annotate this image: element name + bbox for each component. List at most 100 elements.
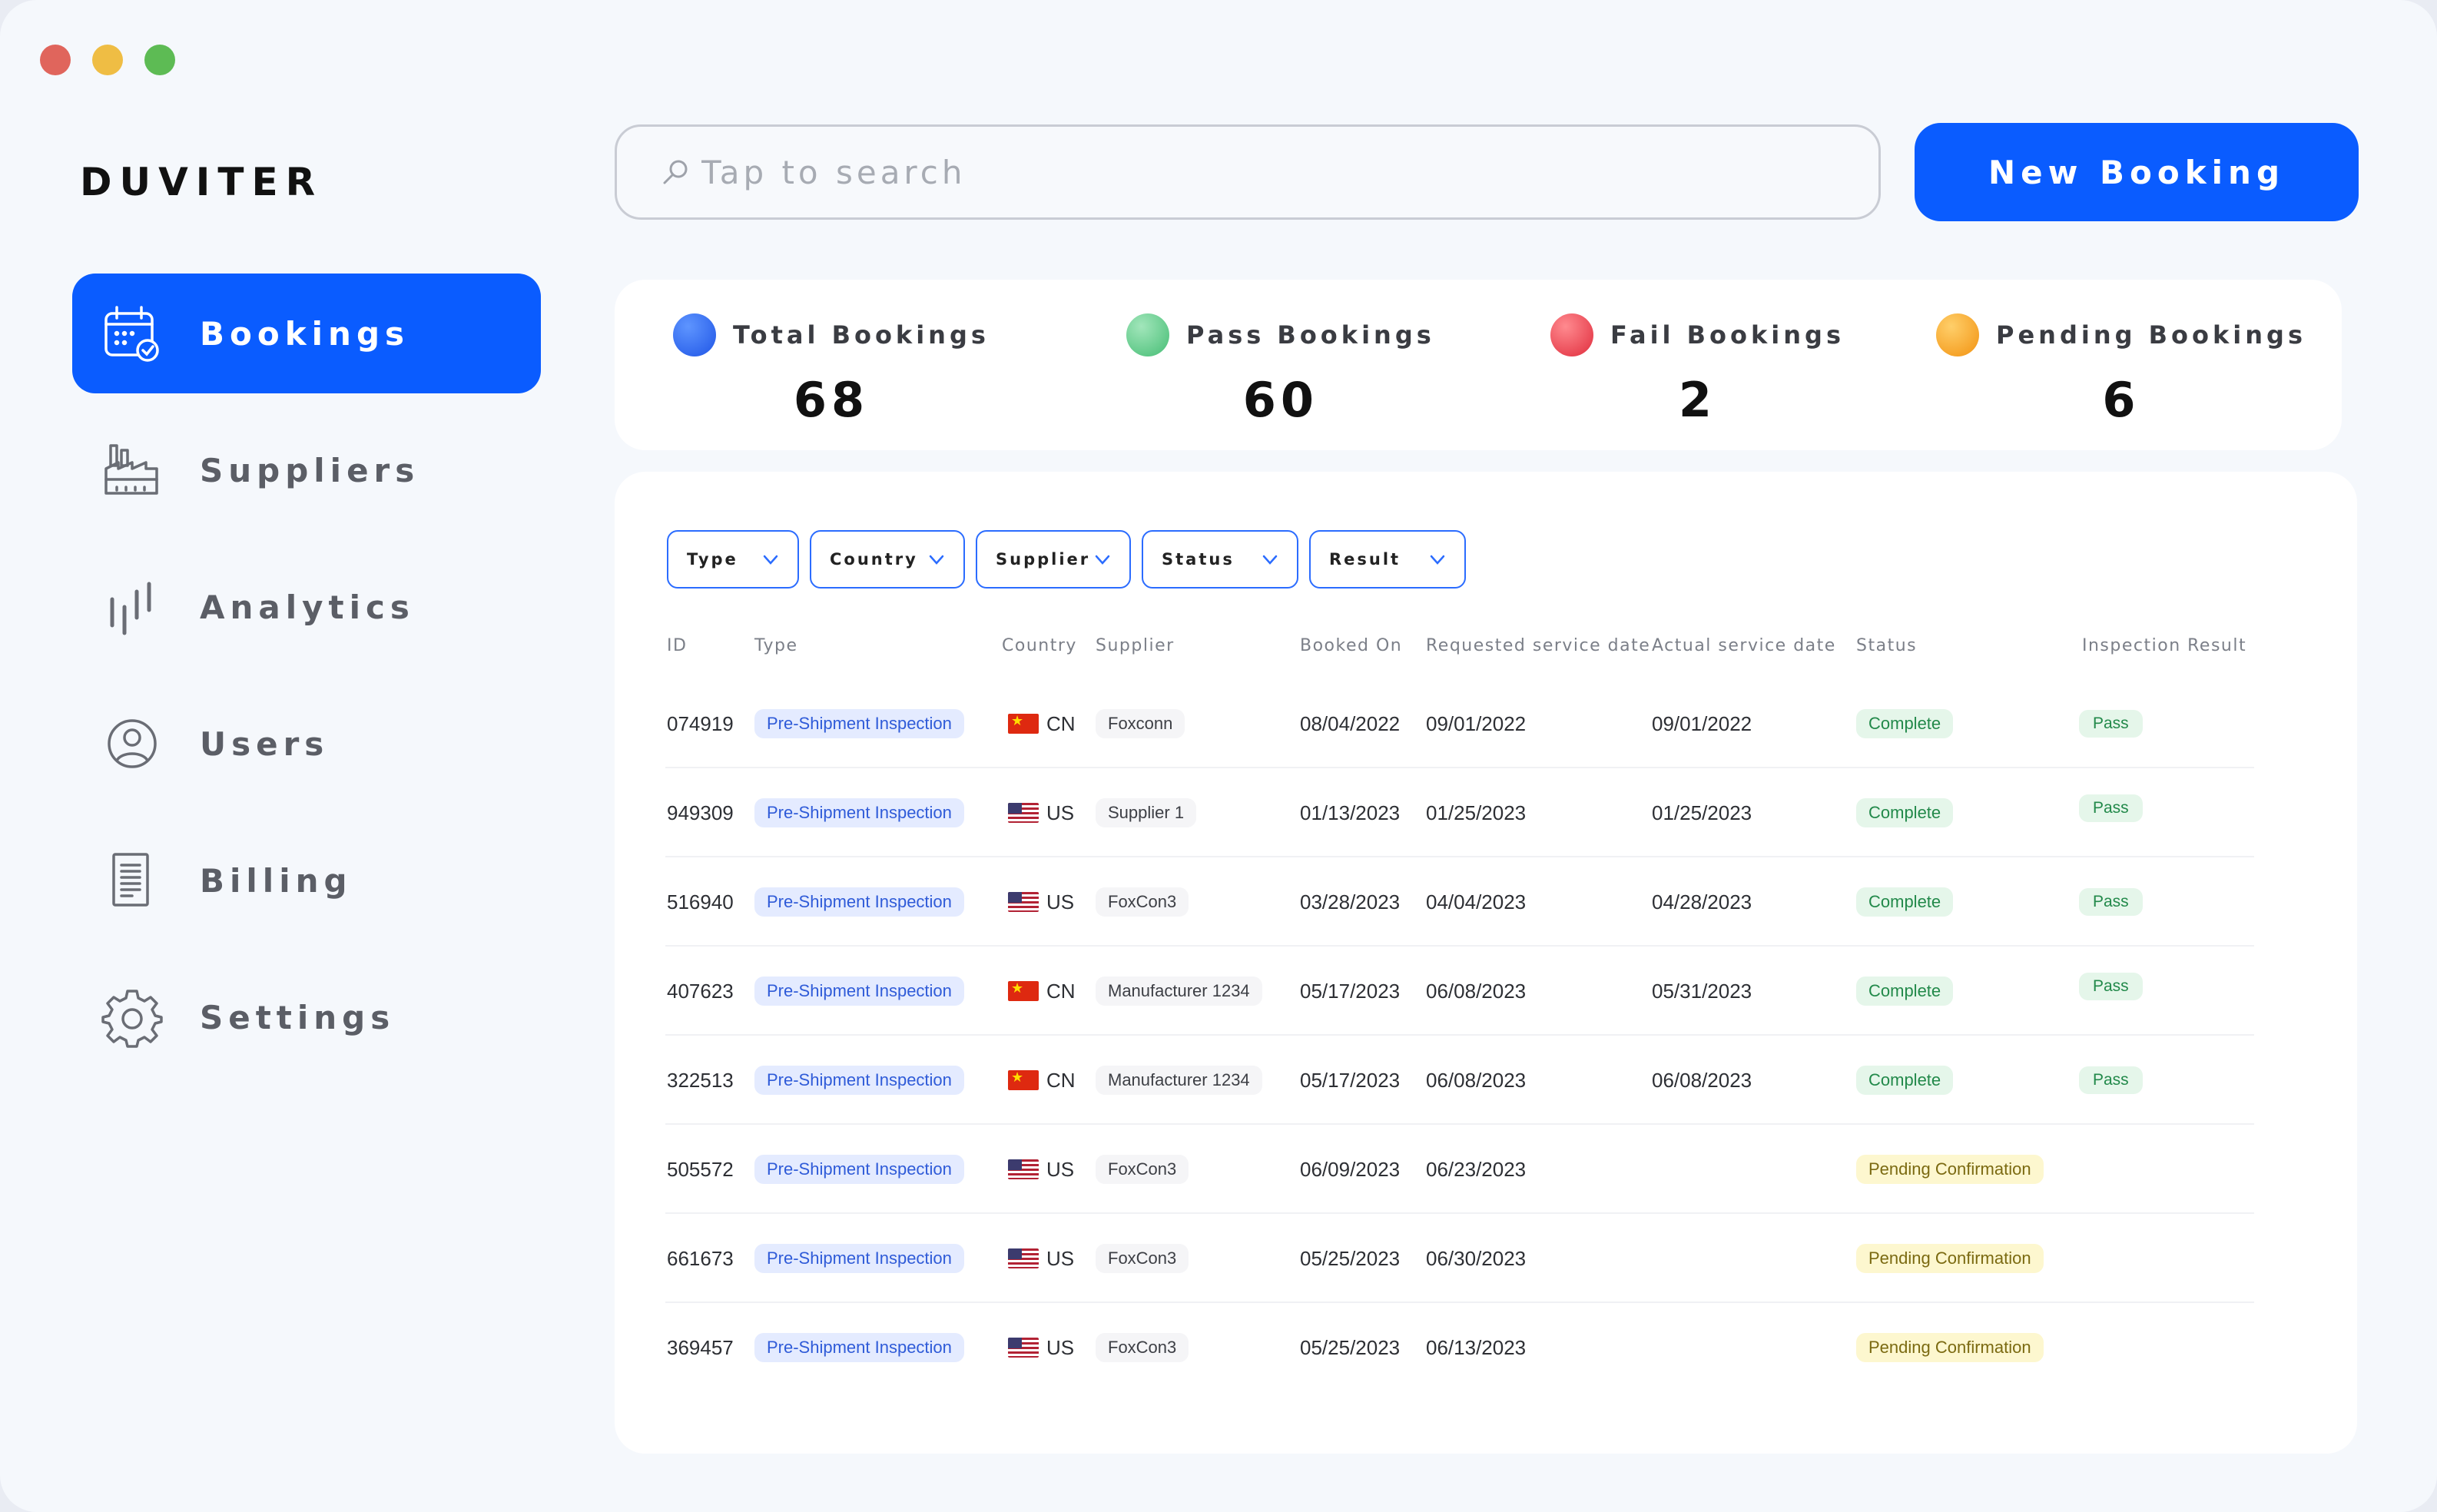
column-header-id[interactable]: ID (667, 636, 687, 655)
sidebar-item-users[interactable]: Users (72, 684, 541, 804)
search-bar[interactable] (615, 124, 1881, 220)
cell-requested: 06/23/2023 (1426, 1125, 1526, 1214)
minimize-window-button[interactable] (92, 45, 123, 75)
cell-status: Pending Confirmation (1856, 1125, 2044, 1214)
cell-type: Pre-Shipment Inspection (754, 768, 964, 857)
column-header-status[interactable]: Status (1856, 636, 1917, 655)
table-row[interactable]: 322513 Pre-Shipment Inspection CN Manufactu… (615, 1036, 2357, 1125)
supplier-badge: Manufacturer 1234 (1096, 976, 1262, 1006)
filter-bar: Type Country Supplier Status Result (667, 530, 1466, 589)
table-row[interactable]: 369457 Pre-Shipment Inspection US FoxCon3 05… (615, 1303, 2357, 1392)
cell-result: Pass (2079, 679, 2143, 768)
calendar-check-icon (100, 301, 164, 366)
sidebar-item-settings[interactable]: Settings (72, 957, 541, 1077)
status-badge: Complete (1856, 1066, 1954, 1095)
table-row[interactable]: 505572 Pre-Shipment Inspection US FoxCon3 06… (615, 1125, 2357, 1214)
cell-id: 949309 (667, 768, 734, 857)
booked-text: 01/13/2023 (1300, 801, 1401, 824)
booked-text: 08/04/2022 (1300, 711, 1401, 735)
requested-text: 06/23/2023 (1426, 1157, 1527, 1181)
table-row[interactable]: 516940 Pre-Shipment Inspection US FoxCon3 03… (615, 857, 2357, 947)
table-row[interactable]: 407623 Pre-Shipment Inspection CN Manufactu… (615, 947, 2357, 1036)
filter-supplier-dropdown[interactable]: Supplier (976, 530, 1131, 589)
usa-flag-icon (1008, 892, 1039, 912)
supplier-badge: Supplier 1 (1096, 798, 1197, 827)
country-text: CN (1046, 979, 1076, 1003)
country-text: US (1046, 1246, 1075, 1270)
cell-status: Complete (1856, 947, 1954, 1036)
result-badge: Pass (2079, 888, 2143, 916)
china-flag-icon (1008, 714, 1039, 734)
cell-status: Complete (1856, 679, 1954, 768)
column-header-country[interactable]: Country (1002, 636, 1077, 655)
sidebar-item-bookings[interactable]: Bookings (72, 274, 541, 393)
maximize-window-button[interactable] (144, 45, 175, 75)
requested-text: 06/08/2023 (1426, 1068, 1527, 1092)
sidebar-item-billing[interactable]: Billing (72, 821, 541, 940)
column-header-requested-date[interactable]: Requested service date (1426, 636, 1650, 655)
cell-id: 322513 (667, 1036, 734, 1125)
actual-text: 09/01/2022 (1652, 711, 1752, 735)
stat-title: Pass Bookings (1186, 320, 1435, 350)
stat-value: 68 (793, 372, 870, 428)
table-row[interactable]: 661673 Pre-Shipment Inspection US FoxCon3 05… (615, 1214, 2357, 1303)
chevron-down-icon (929, 555, 944, 565)
cell-type: Pre-Shipment Inspection (754, 1036, 964, 1125)
bar-chart-icon (100, 575, 164, 639)
cell-booked: 05/17/2023 (1300, 1036, 1400, 1125)
cell-requested: 06/13/2023 (1426, 1303, 1526, 1392)
china-flag-icon (1008, 981, 1039, 1001)
type-badge: Pre-Shipment Inspection (754, 1333, 964, 1362)
document-icon (100, 848, 164, 913)
status-badge: Pending Confirmation (1856, 1244, 2044, 1273)
actual-text: 06/08/2023 (1652, 1068, 1752, 1092)
id-text: 322513 (667, 1068, 734, 1092)
country-text: CN (1046, 711, 1076, 735)
stat-pass-bookings: Pass Bookings 60 (1126, 313, 1435, 428)
type-badge: Pre-Shipment Inspection (754, 976, 964, 1006)
filter-type-dropdown[interactable]: Type (667, 530, 799, 589)
table-row[interactable]: 949309 Pre-Shipment Inspection US Supplier … (615, 768, 2357, 857)
filter-label: Status (1162, 550, 1235, 569)
cell-actual: 06/08/2023 (1652, 1036, 1752, 1125)
id-text: 949309 (667, 801, 734, 824)
status-badge: Complete (1856, 709, 1954, 738)
sidebar-item-suppliers[interactable]: Suppliers (72, 410, 541, 530)
cell-booked: 08/04/2022 (1300, 679, 1400, 768)
column-header-inspection-result[interactable]: Inspection Result (2082, 636, 2246, 655)
brand-logo[interactable]: DUVITER (80, 160, 323, 204)
cell-id: 661673 (667, 1214, 734, 1303)
table-row[interactable]: 074919 Pre-Shipment Inspection CN Foxconn 08… (615, 679, 2357, 768)
stat-value: 6 (2102, 372, 2140, 428)
cell-supplier: FoxCon3 (1096, 1125, 1189, 1214)
type-badge: Pre-Shipment Inspection (754, 887, 964, 917)
cell-status: Complete (1856, 857, 1954, 947)
column-header-actual-date[interactable]: Actual service date (1652, 636, 1836, 655)
sidebar-item-label: Suppliers (200, 451, 420, 489)
cell-booked: 05/25/2023 (1300, 1303, 1400, 1392)
cell-status: Pending Confirmation (1856, 1303, 2044, 1392)
usa-flag-icon (1008, 1248, 1039, 1268)
column-header-booked-on[interactable]: Booked On (1300, 636, 1402, 655)
column-header-supplier[interactable]: Supplier (1096, 636, 1175, 655)
new-booking-button[interactable]: New Booking (1915, 123, 2359, 221)
booked-text: 06/09/2023 (1300, 1157, 1401, 1181)
stat-total-bookings: Total Bookings 68 (673, 313, 990, 428)
filter-result-dropdown[interactable]: Result (1309, 530, 1466, 589)
cell-type: Pre-Shipment Inspection (754, 679, 964, 768)
search-input[interactable] (701, 153, 1777, 191)
stat-value: 60 (1242, 372, 1319, 428)
requested-text: 04/04/2023 (1426, 890, 1527, 914)
close-window-button[interactable] (40, 45, 71, 75)
actual-text: 01/25/2023 (1652, 801, 1752, 824)
column-header-type[interactable]: Type (754, 636, 798, 655)
sidebar-item-analytics[interactable]: Analytics (72, 547, 541, 667)
status-badge: Pending Confirmation (1856, 1333, 2044, 1362)
red-dot-icon (1550, 313, 1593, 356)
cell-requested: 01/25/2023 (1426, 768, 1526, 857)
result-badge: Pass (2079, 794, 2143, 822)
filter-status-dropdown[interactable]: Status (1142, 530, 1298, 589)
filter-country-dropdown[interactable]: Country (810, 530, 965, 589)
stat-fail-bookings: Fail Bookings 2 (1550, 313, 1845, 428)
country-text: US (1046, 801, 1075, 824)
